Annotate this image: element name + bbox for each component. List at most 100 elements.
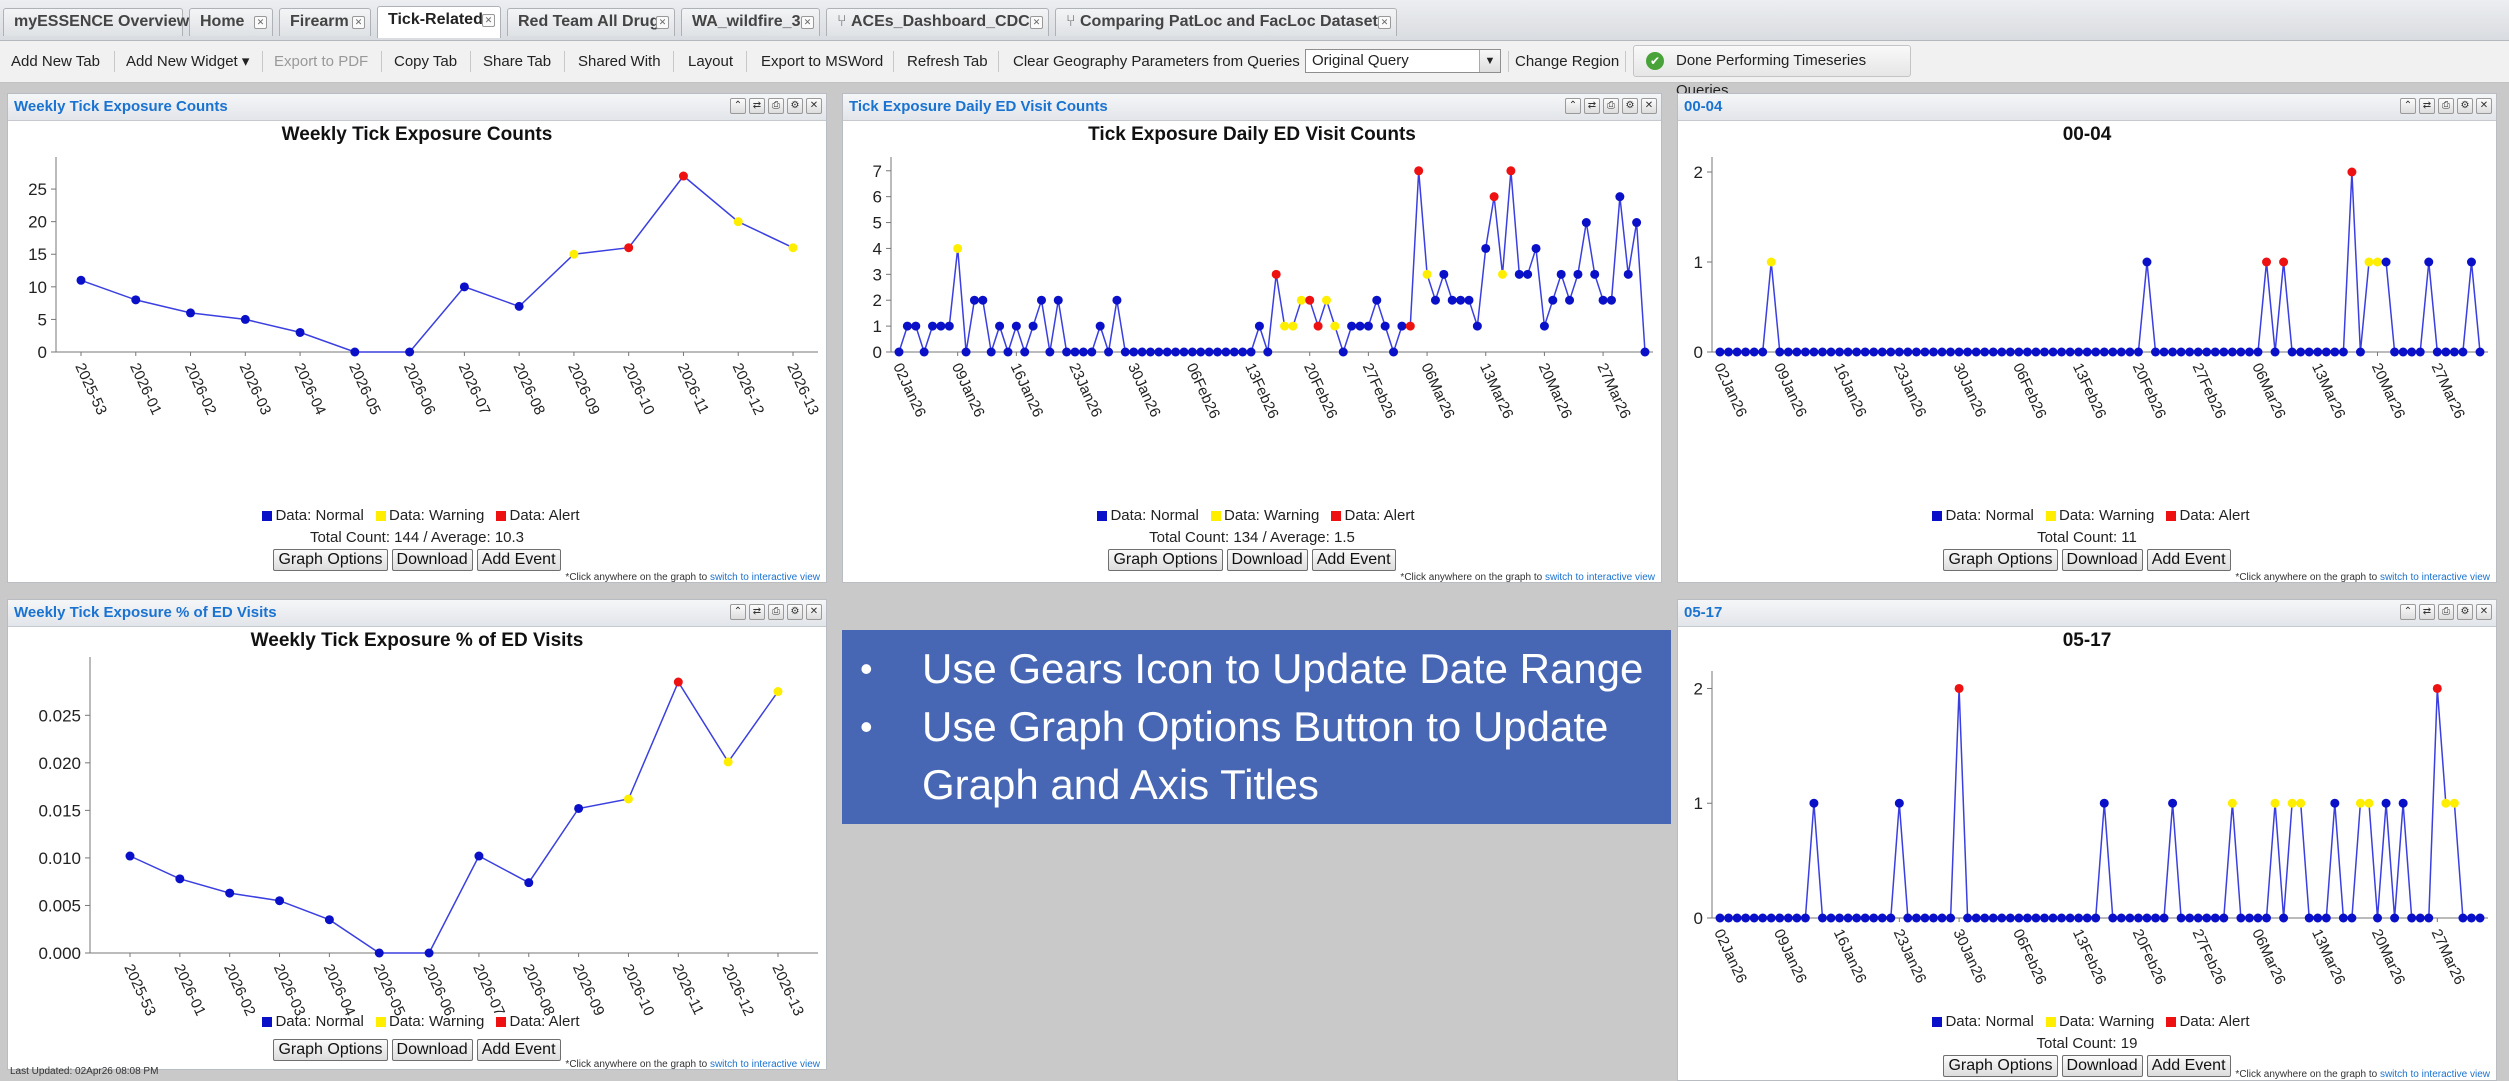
panel-body[interactable]: Tick Exposure Daily ED Visit Counts 0123…	[843, 121, 1661, 583]
data-point[interactable]	[1606, 295, 1616, 305]
data-point[interactable]	[1980, 347, 1990, 357]
data-point[interactable]	[953, 243, 963, 253]
download-button[interactable]: Download	[391, 549, 473, 571]
data-point[interactable]	[2458, 913, 2468, 923]
data-point[interactable]	[1531, 243, 1541, 253]
data-point[interactable]	[2065, 913, 2075, 923]
export-pdf-button[interactable]: Export to PDF	[274, 41, 368, 82]
data-point[interactable]	[1514, 269, 1524, 279]
data-point[interactable]	[2108, 913, 2118, 923]
data-point[interactable]	[1741, 347, 1751, 357]
data-point[interactable]	[2287, 347, 2297, 357]
data-point[interactable]	[1749, 347, 1759, 357]
data-point[interactable]	[2236, 347, 2246, 357]
close-icon[interactable]: ✕	[482, 14, 495, 27]
data-point[interactable]	[1817, 913, 1827, 923]
tab-red-team-all-drug[interactable]: Red Team All Drug ✕	[507, 8, 675, 36]
data-point[interactable]	[1011, 321, 1021, 331]
data-point[interactable]	[1615, 192, 1625, 202]
data-point[interactable]	[1732, 913, 1742, 923]
close-icon[interactable]: ✕	[254, 16, 267, 29]
data-point[interactable]	[1565, 295, 1575, 305]
query-select[interactable]: Original Query ▼	[1305, 49, 1501, 73]
data-point[interactable]	[2407, 347, 2417, 357]
add-event-button[interactable]: Add Event	[476, 1039, 561, 1061]
data-point[interactable]	[2151, 913, 2161, 923]
data-point[interactable]	[1548, 295, 1558, 305]
data-point[interactable]	[928, 321, 938, 331]
data-point[interactable]	[1800, 347, 1810, 357]
data-point[interactable]	[1045, 347, 1055, 357]
data-point[interactable]	[2116, 913, 2126, 923]
data-point[interactable]	[1800, 913, 1810, 923]
data-point[interactable]	[1852, 913, 1862, 923]
collapse-icon[interactable]: ⌃	[730, 98, 746, 114]
close-icon[interactable]: ✕	[1641, 98, 1657, 114]
chart-age-05-17[interactable]: 0 1 2 02Jan26 09Jan26 16Jan26 23Jan26 30Jan26 06…	[1678, 627, 2496, 1022]
data-point[interactable]	[1573, 269, 1583, 279]
data-point[interactable]	[2415, 913, 2425, 923]
data-point[interactable]	[1347, 321, 1357, 331]
data-point[interactable]	[2091, 347, 2101, 357]
add-new-widget-button[interactable]: Add New Widget ▾	[126, 41, 249, 82]
data-point[interactable]	[1937, 347, 1947, 357]
data-point[interactable]	[624, 243, 634, 253]
data-point[interactable]	[1003, 347, 1013, 357]
refresh-icon[interactable]: ⇄	[749, 604, 765, 620]
data-point[interactable]	[733, 217, 743, 227]
data-point[interactable]	[1971, 913, 1981, 923]
data-point[interactable]	[2253, 913, 2263, 923]
data-point[interactable]	[2022, 347, 2032, 357]
data-point[interactable]	[995, 321, 1005, 331]
data-point[interactable]	[1988, 347, 1998, 357]
print-icon[interactable]: ⎙	[768, 98, 784, 114]
data-point[interactable]	[1937, 913, 1947, 923]
data-point[interactable]	[2014, 347, 2024, 357]
data-point[interactable]	[2475, 347, 2485, 357]
data-point[interactable]	[2125, 913, 2135, 923]
data-point[interactable]	[76, 275, 86, 285]
data-point[interactable]	[1137, 347, 1147, 357]
data-point[interactable]	[1963, 347, 1973, 357]
data-point[interactable]	[2159, 913, 2169, 923]
data-point[interactable]	[2210, 347, 2220, 357]
change-region-button[interactable]: Change Region	[1515, 41, 1619, 82]
data-point[interactable]	[1732, 347, 1742, 357]
data-point[interactable]	[2475, 913, 2485, 923]
data-point[interactable]	[1928, 913, 1938, 923]
data-point[interactable]	[2287, 798, 2297, 808]
data-point[interactable]	[1380, 321, 1390, 331]
data-point[interactable]	[2082, 347, 2092, 357]
data-point[interactable]	[2210, 913, 2220, 923]
data-point[interactable]	[1171, 347, 1181, 357]
collapse-icon[interactable]: ⌃	[2400, 98, 2416, 114]
panel-body[interactable]: 00-04 0 1 2 02Jan26 09Jan26 16Jan26 23Jan26 30J…	[1678, 121, 2496, 583]
data-point[interactable]	[574, 803, 584, 813]
data-point[interactable]	[1903, 913, 1913, 923]
clear-geography-button[interactable]: Clear Geography Parameters from Queries	[1013, 41, 1300, 82]
data-point[interactable]	[2279, 257, 2289, 267]
print-icon[interactable]: ⎙	[2438, 98, 2454, 114]
data-point[interactable]	[2407, 913, 2417, 923]
data-point[interactable]	[2466, 913, 2476, 923]
data-point[interactable]	[2193, 913, 2203, 923]
data-point[interactable]	[1724, 913, 1734, 923]
data-point[interactable]	[2270, 347, 2280, 357]
tab-tick-related[interactable]: Tick-Related ✕	[377, 6, 501, 38]
data-point[interactable]	[1028, 321, 1038, 331]
add-event-button[interactable]: Add Event	[2146, 1055, 2231, 1077]
data-point[interactable]	[2091, 913, 2101, 923]
data-point[interactable]	[2039, 913, 2049, 923]
data-point[interactable]	[1095, 321, 1105, 331]
data-point[interactable]	[1632, 218, 1642, 228]
data-point[interactable]	[1809, 347, 1819, 357]
data-point[interactable]	[2227, 798, 2237, 808]
data-point[interactable]	[1749, 913, 1759, 923]
tab-home[interactable]: Home ✕	[189, 8, 273, 36]
data-point[interactable]	[936, 321, 946, 331]
tab-firearm[interactable]: Firearm ✕	[279, 8, 371, 36]
data-point[interactable]	[1809, 798, 1819, 808]
data-point[interactable]	[1355, 321, 1365, 331]
data-point[interactable]	[1305, 295, 1315, 305]
data-point[interactable]	[2381, 257, 2391, 267]
